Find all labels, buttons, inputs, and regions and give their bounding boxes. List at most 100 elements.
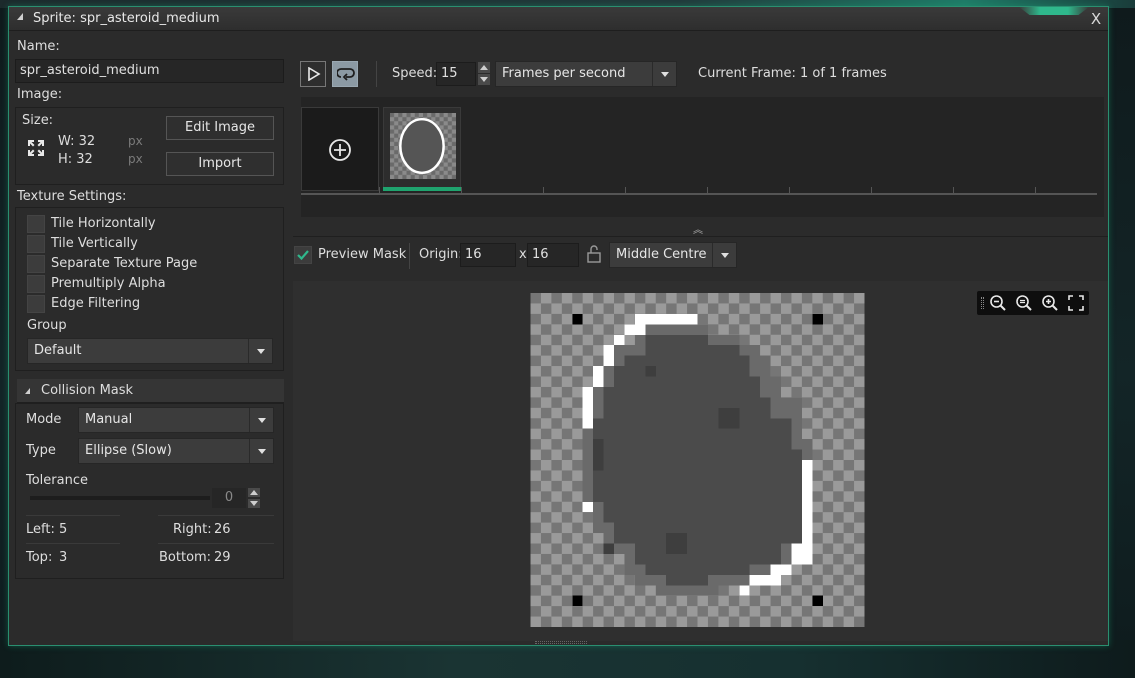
left-value[interactable]: 5	[59, 522, 67, 537]
group-dropdown[interactable]: Default	[27, 338, 273, 364]
chevron-down-icon	[250, 501, 258, 506]
edge-filtering-checkbox[interactable]	[27, 295, 45, 313]
separate-texture-page-label: Separate Texture Page	[51, 256, 198, 271]
width-value: W: 32	[58, 134, 96, 149]
tile-vertically-label: Tile Vertically	[51, 236, 138, 251]
sprite-name-field[interactable]: spr_asteroid_medium	[15, 59, 284, 83]
speed-down-button[interactable]	[478, 74, 490, 85]
chevron-up-icon	[480, 65, 488, 70]
height-value: H: 32	[58, 152, 93, 167]
tolerance-down-button[interactable]	[248, 499, 260, 508]
chevron-down-icon[interactable]	[652, 62, 676, 86]
premultiply-alpha-checkbox[interactable]	[27, 275, 45, 293]
title-accent-decoration	[1019, 7, 1089, 15]
timeline-tick	[461, 187, 462, 193]
chevron-up-icon	[250, 490, 258, 495]
timeline-track[interactable]	[301, 193, 1097, 195]
type-dropdown-value: Ellipse (Slow)	[85, 443, 172, 458]
timeline-tick	[707, 187, 708, 193]
separate-texture-page-checkbox[interactable]	[27, 255, 45, 273]
tile-vertically-checkbox[interactable]	[27, 235, 45, 253]
top-value[interactable]: 3	[59, 550, 67, 565]
edge-filtering-label: Edge Filtering	[51, 296, 141, 311]
speed-input[interactable]: 15	[436, 62, 476, 86]
type-dropdown[interactable]: Ellipse (Slow)	[78, 438, 274, 464]
tolerance-slider[interactable]	[30, 496, 210, 500]
toolbar-divider	[376, 61, 377, 87]
frame-selected-indicator	[383, 187, 461, 191]
resize-icon[interactable]	[26, 138, 46, 158]
import-button[interactable]: Import	[166, 152, 274, 176]
chevron-down-icon[interactable]	[249, 439, 273, 463]
resize-grip-icon[interactable]	[535, 641, 587, 644]
splitter-handle-icon[interactable]: ︽	[693, 221, 703, 236]
group-dropdown-value: Default	[34, 343, 82, 358]
chevron-down-icon[interactable]	[249, 408, 273, 432]
tile-horizontally-label: Tile Horizontally	[51, 216, 156, 231]
unlock-icon[interactable]	[586, 245, 602, 263]
size-label: Size:	[22, 113, 54, 128]
divider	[26, 543, 120, 544]
fit-to-screen-icon[interactable]	[1067, 294, 1085, 312]
speed-up-button[interactable]	[478, 62, 490, 73]
chevron-down-icon[interactable]	[712, 243, 736, 267]
tolerance-label: Tolerance	[26, 473, 88, 488]
asteroid-sprite-preview[interactable]	[530, 293, 865, 627]
current-frame-text: Current Frame: 1 of 1 frames	[698, 66, 887, 81]
frame-thumbnail[interactable]	[383, 107, 461, 191]
origin-x-input[interactable]: 16	[460, 243, 516, 267]
timeline-tick	[789, 187, 790, 193]
mode-label: Mode	[26, 412, 62, 427]
loop-button[interactable]	[332, 61, 358, 87]
name-label: Name:	[17, 39, 60, 54]
timeline-tick	[379, 187, 380, 193]
collapse-triangle-icon[interactable]	[17, 13, 23, 20]
right-value[interactable]: 26	[214, 522, 231, 537]
right-label: Right:	[173, 522, 212, 537]
edit-image-button[interactable]: Edit Image	[166, 116, 274, 140]
play-button[interactable]	[300, 61, 326, 87]
add-frame-button[interactable]	[301, 107, 379, 191]
drag-handle-icon[interactable]	[981, 297, 984, 309]
preview-mask-checkbox[interactable]	[294, 246, 312, 264]
type-label: Type	[26, 443, 56, 458]
chevron-down-icon[interactable]	[248, 339, 272, 363]
title-bar[interactable]: Sprite: spr_asteroid_medium X	[9, 7, 1108, 31]
mode-dropdown[interactable]: Manual	[78, 407, 274, 433]
mode-dropdown-value: Manual	[85, 412, 133, 427]
loop-icon	[337, 68, 355, 81]
origin-y-input[interactable]: 16	[527, 243, 579, 267]
group-label: Group	[27, 318, 67, 333]
image-size-panel: Size: W: 32 H: 32 px px Edit Image Impor…	[15, 107, 284, 185]
collision-mask-title: Collision Mask	[41, 383, 134, 398]
collapse-triangle-icon[interactable]	[25, 388, 30, 394]
bottom-value[interactable]: 29	[214, 550, 231, 565]
zoom-reset-icon[interactable]	[1015, 294, 1033, 312]
zoom-in-icon[interactable]	[1041, 294, 1059, 312]
collision-mask-panel: Mode Manual Type Ellipse (Slow) Toleranc…	[15, 403, 284, 579]
divider	[293, 236, 1108, 237]
chevron-down-icon	[480, 77, 488, 82]
origin-label: Origin:	[419, 247, 463, 262]
timeline-tick	[625, 187, 626, 193]
tile-horizontally-checkbox[interactable]	[27, 215, 45, 233]
tolerance-up-button[interactable]	[248, 488, 260, 497]
speed-unit-dropdown[interactable]: Frames per second	[495, 61, 677, 87]
height-unit: px	[128, 152, 143, 166]
left-label: Left:	[26, 522, 55, 537]
premultiply-alpha-label: Premultiply Alpha	[51, 276, 166, 291]
sprite-editor-window: Sprite: spr_asteroid_medium X Name: spr_…	[8, 6, 1109, 646]
speed-unit-value: Frames per second	[502, 66, 626, 81]
timeline-tick	[543, 187, 544, 193]
top-label: Top:	[26, 550, 53, 565]
tolerance-input[interactable]: 0	[212, 488, 246, 508]
zoom-out-icon[interactable]	[989, 294, 1007, 312]
preview-mask-label: Preview Mask	[318, 247, 407, 262]
close-button[interactable]: X	[1086, 9, 1106, 29]
divider	[158, 515, 274, 516]
timeline-tick	[953, 187, 954, 193]
origin-preset-dropdown[interactable]: Middle Centre	[609, 242, 737, 268]
origin-preset-value: Middle Centre	[616, 247, 707, 262]
collision-mask-header[interactable]: Collision Mask	[17, 379, 284, 403]
play-icon	[308, 67, 321, 81]
